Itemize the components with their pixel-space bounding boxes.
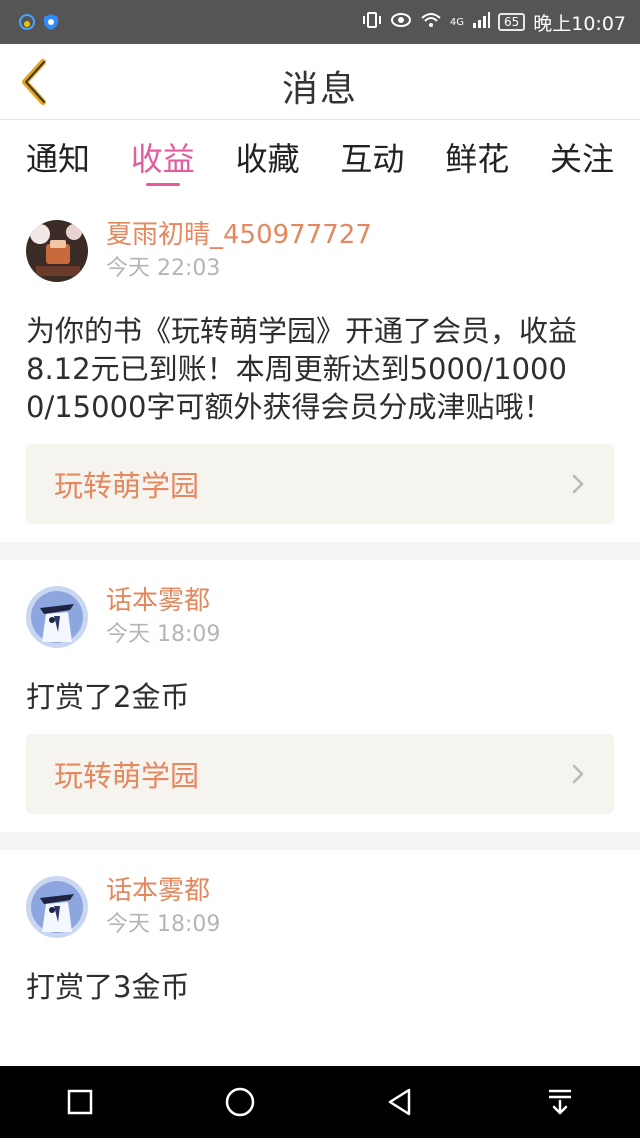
network-type: 4G xyxy=(449,16,464,28)
recent-apps-button[interactable] xyxy=(50,1072,110,1132)
tab-interactions[interactable]: 互动 xyxy=(340,120,404,194)
tab-favorites[interactable]: 收藏 xyxy=(236,120,300,194)
book-title: 玩转萌学园 xyxy=(54,469,200,503)
chevron-right-icon xyxy=(572,764,584,784)
tab-bar: 通知 收益 收藏 互动 鲜花 关注 xyxy=(0,120,640,194)
avatar[interactable] xyxy=(26,220,88,282)
message-card: 夏雨初晴_450977727 今天 22:03 为你的书《玩转萌学园》开通了会员… xyxy=(0,194,640,542)
divider xyxy=(0,542,640,560)
wifi-icon xyxy=(420,10,442,35)
message-list[interactable]: 夏雨初晴_450977727 今天 22:03 为你的书《玩转萌学园》开通了会员… xyxy=(0,194,640,1066)
circle-icon xyxy=(225,1087,255,1117)
clock: 晚上10:07 xyxy=(533,12,626,35)
vibrate-icon xyxy=(362,10,382,35)
book-title: 玩转萌学园 xyxy=(54,759,200,793)
message-text: 打赏了3金币 xyxy=(26,970,190,1004)
message-time: 今天 22:03 xyxy=(106,256,221,281)
sender-name[interactable]: 话本雾都 xyxy=(106,874,220,908)
divider xyxy=(0,832,640,850)
status-bar: 4G 65 晚上10:07 xyxy=(0,0,640,44)
shield-icon xyxy=(42,13,60,31)
message-time: 今天 18:09 xyxy=(106,912,221,937)
tab-flowers[interactable]: 鲜花 xyxy=(445,120,509,194)
triangle-back-icon xyxy=(388,1088,411,1116)
book-link[interactable]: 玩转萌学园 xyxy=(26,734,614,814)
home-button[interactable] xyxy=(210,1072,270,1132)
notification-shade-button[interactable] xyxy=(530,1072,590,1132)
message-time: 今天 18:09 xyxy=(106,622,221,647)
tab-earnings[interactable]: 收益 xyxy=(131,120,195,194)
back-nav-button[interactable] xyxy=(370,1072,430,1132)
tab-follows[interactable]: 关注 xyxy=(550,120,614,194)
chevron-right-icon xyxy=(572,474,584,494)
message-text: 为你的书《玩转萌学园》开通了会员，收益8.12元已到账！本周更新达到5000/1… xyxy=(26,314,578,424)
pull-down-icon xyxy=(549,1089,571,1115)
tab-notifications[interactable]: 通知 xyxy=(26,120,90,194)
eye-icon xyxy=(390,10,412,35)
sender-name[interactable]: 话本雾都 xyxy=(106,584,220,618)
message-text: 打赏了2金币 xyxy=(26,680,190,714)
message-card: 话本雾都 今天 18:09 打赏了2金币 玩转萌学园 xyxy=(0,560,640,832)
page-title: 消息 xyxy=(281,69,358,110)
square-icon xyxy=(67,1089,93,1115)
message-card: 话本雾都 今天 18:09 打赏了3金币 xyxy=(0,850,640,1006)
top-app-bar: 消息 xyxy=(0,44,640,120)
book-link[interactable]: 玩转萌学园 xyxy=(26,444,614,524)
battery-level: 65 xyxy=(497,13,526,31)
signal-icon xyxy=(472,11,490,34)
sender-name[interactable]: 夏雨初晴_450977727 xyxy=(106,218,372,252)
sync-icon xyxy=(18,13,36,31)
avatar[interactable] xyxy=(26,876,88,938)
avatar[interactable] xyxy=(26,586,88,648)
system-nav-bar xyxy=(0,1066,640,1138)
